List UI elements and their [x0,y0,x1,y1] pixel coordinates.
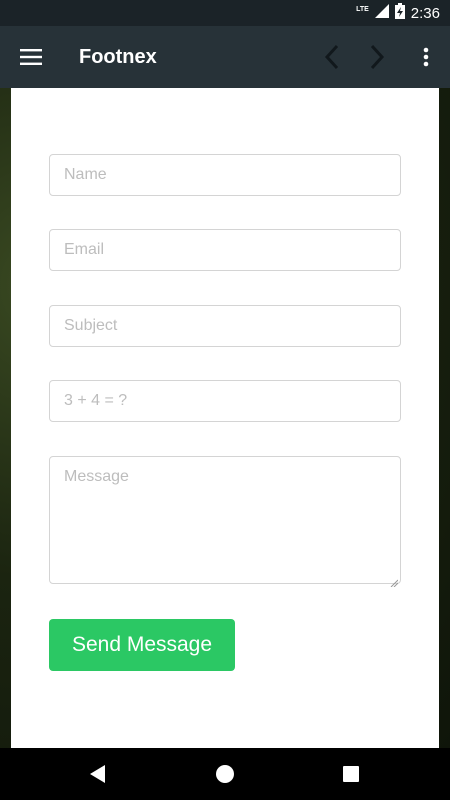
menu-icon[interactable] [10,26,52,88]
message-field[interactable]: Message [49,456,401,588]
nav-home-icon[interactable] [200,748,250,800]
app-bar: Footnex [0,26,450,88]
status-bar: LTE 2:36 [0,0,450,26]
nav-back-icon[interactable] [73,748,123,800]
back-arrow-icon[interactable] [312,26,352,88]
subject-field[interactable]: Subject [49,305,401,347]
battery-icon [394,2,405,24]
network-type: LTE [356,5,369,13]
nav-recent-icon[interactable] [326,748,376,800]
email-field[interactable]: Email [49,229,401,271]
name-field[interactable]: Name [49,154,401,196]
forward-arrow-icon[interactable] [357,26,397,88]
message-placeholder: Message [64,468,129,485]
more-options-icon[interactable] [410,26,442,88]
resize-handle-icon[interactable] [390,573,399,588]
captcha-field[interactable]: 3 + 4 = ? [49,380,401,422]
send-message-button[interactable]: Send Message [49,619,235,671]
signal-icon [374,3,389,23]
app-title: Footnex [79,46,157,68]
status-time: 2:36 [410,4,440,22]
system-nav-bar [0,748,450,800]
